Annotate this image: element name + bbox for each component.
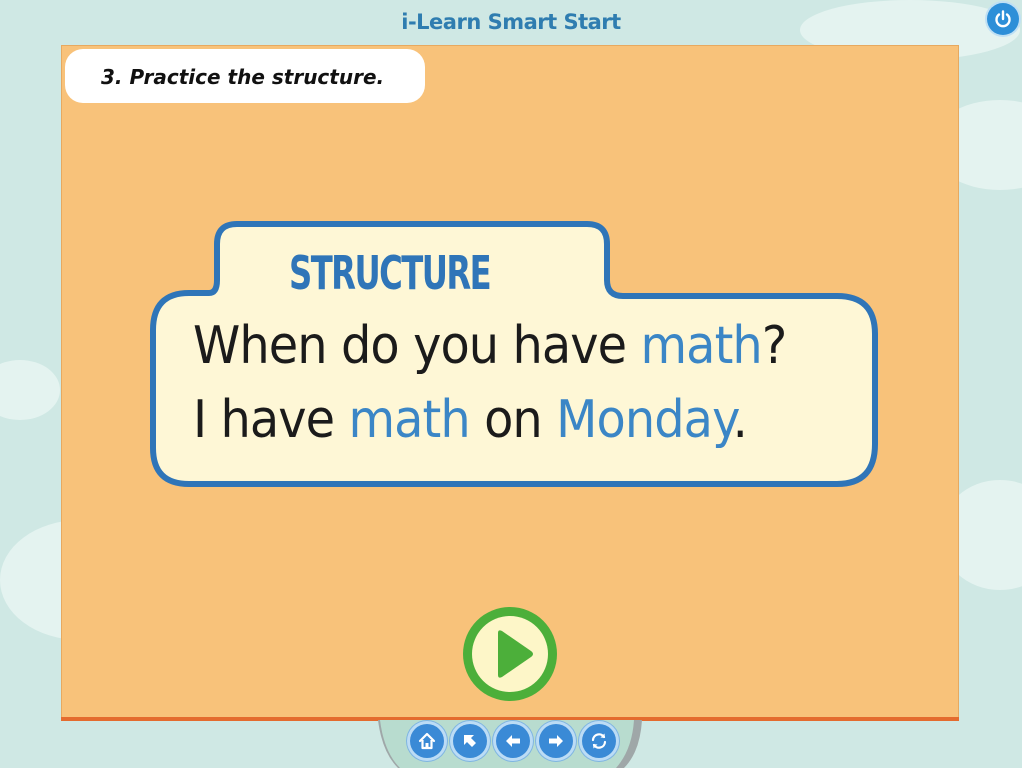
play-icon [463,607,557,701]
home-button[interactable] [410,724,444,758]
previous-icon [506,735,520,747]
cursor-arrow-icon [464,735,476,747]
structure-answer: I have math on Monday. [193,390,748,450]
power-button[interactable] [987,3,1019,35]
answer-text-end: . [732,390,748,450]
question-highlight: math [640,316,762,376]
navigation-bar [378,716,644,768]
structure-card: STRUCTURE When do you have math? I have … [149,220,879,490]
answer-text-mid: on [469,390,557,450]
structure-question: When do you have math? [193,316,787,376]
question-text-end: ? [761,316,787,376]
app-title: i-Learn Smart Start [401,10,621,34]
refresh-icon [591,733,607,749]
answer-highlight-subject: math [348,390,470,450]
question-text: When do you have [193,316,641,376]
instruction-pill: 3. Practice the structure. [65,49,425,103]
play-button[interactable] [459,603,561,705]
previous-button[interactable] [496,724,530,758]
power-icon [995,10,1011,28]
next-button[interactable] [539,724,573,758]
pointer-button[interactable] [453,724,487,758]
instruction-text: 3. Practice the structure. [101,65,385,89]
home-icon [418,732,436,750]
next-icon [549,735,563,747]
answer-highlight-day: Monday [556,390,733,450]
structure-heading: STRUCTURE [289,246,492,300]
background-cloud [0,360,60,420]
answer-text: I have [193,390,349,450]
refresh-button[interactable] [582,724,616,758]
